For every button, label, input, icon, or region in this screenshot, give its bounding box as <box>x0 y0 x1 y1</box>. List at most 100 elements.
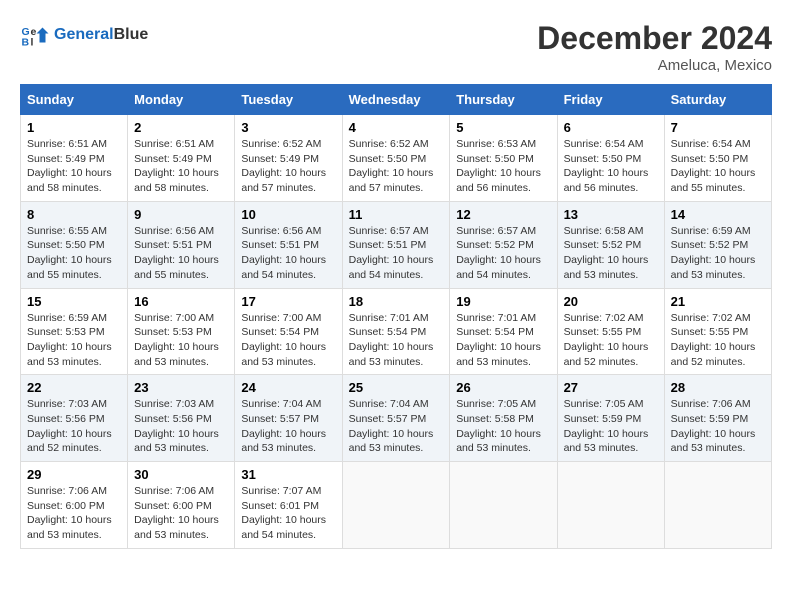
day-info: Sunrise: 7:06 AMSunset: 6:00 PMDaylight:… <box>27 484 121 543</box>
day-info: Sunrise: 6:56 AMSunset: 5:51 PMDaylight:… <box>134 224 228 283</box>
day-number: 19 <box>456 294 550 309</box>
day-number: 27 <box>564 380 658 395</box>
day-number: 15 <box>27 294 121 309</box>
calendar-cell: 5 Sunrise: 6:53 AMSunset: 5:50 PMDaylight… <box>450 115 557 202</box>
day-number: 21 <box>671 294 765 309</box>
day-info: Sunrise: 7:05 AMSunset: 5:59 PMDaylight:… <box>564 397 658 456</box>
day-info: Sunrise: 6:56 AMSunset: 5:51 PMDaylight:… <box>241 224 335 283</box>
day-number: 23 <box>134 380 228 395</box>
title-block: December 2024 Ameluca, Mexico <box>537 20 772 74</box>
day-number: 5 <box>456 120 550 135</box>
day-number: 25 <box>349 380 444 395</box>
day-number: 3 <box>241 120 335 135</box>
calendar-cell: 6 Sunrise: 6:54 AMSunset: 5:50 PMDaylight… <box>557 115 664 202</box>
day-number: 10 <box>241 207 335 222</box>
day-info: Sunrise: 7:01 AMSunset: 5:54 PMDaylight:… <box>349 311 444 370</box>
day-info: Sunrise: 6:55 AMSunset: 5:50 PMDaylight:… <box>27 224 121 283</box>
day-info: Sunrise: 7:07 AMSunset: 6:01 PMDaylight:… <box>241 484 335 543</box>
weekday-header: Saturday <box>664 85 771 115</box>
calendar-cell: 11 Sunrise: 6:57 AMSunset: 5:51 PMDayligh… <box>342 201 450 288</box>
page-header: G e B l GeneralBlue December 2024 Ameluc… <box>20 20 772 74</box>
day-info: Sunrise: 7:04 AMSunset: 5:57 PMDaylight:… <box>349 397 444 456</box>
calendar-cell <box>342 462 450 549</box>
calendar-cell: 20Sunrise: 7:02 AMSunset: 5:55 PMDayligh… <box>557 288 664 375</box>
day-info: Sunrise: 7:00 AMSunset: 5:54 PMDaylight:… <box>241 311 335 370</box>
day-number: 11 <box>349 207 444 222</box>
day-info: Sunrise: 6:53 AMSunset: 5:50 PMDaylight:… <box>456 137 550 196</box>
logo-icon: G e B l <box>20 20 50 50</box>
day-info: Sunrise: 7:01 AMSunset: 5:54 PMDaylight:… <box>456 311 550 370</box>
calendar-cell: 23 Sunrise: 7:03 AMSunset: 5:56 PMDayligh… <box>128 375 235 462</box>
day-info: Sunrise: 7:05 AMSunset: 5:58 PMDaylight:… <box>456 397 550 456</box>
day-info: Sunrise: 6:54 AMSunset: 5:50 PMDaylight:… <box>671 137 765 196</box>
calendar-week-row: 22Sunrise: 7:03 AMSunset: 5:56 PMDayligh… <box>21 375 772 462</box>
calendar-cell: 3 Sunrise: 6:52 AMSunset: 5:49 PMDaylight… <box>235 115 342 202</box>
calendar-cell: 15 Sunrise: 6:59 AMSunset: 5:53 PMDayligh… <box>21 288 128 375</box>
calendar-cell: 13 Sunrise: 6:58 AMSunset: 5:52 PMDayligh… <box>557 201 664 288</box>
day-info: Sunrise: 6:58 AMSunset: 5:52 PMDaylight:… <box>564 224 658 283</box>
calendar-cell: 21 Sunrise: 7:02 AMSunset: 5:55 PMDayligh… <box>664 288 771 375</box>
day-info: Sunrise: 6:52 AMSunset: 5:50 PMDaylight:… <box>349 137 444 196</box>
calendar-cell: 9 Sunrise: 6:56 AMSunset: 5:51 PMDaylight… <box>128 201 235 288</box>
day-number: 6 <box>564 120 658 135</box>
calendar-cell: 19 Sunrise: 7:01 AMSunset: 5:54 PMDayligh… <box>450 288 557 375</box>
calendar-cell: 29 Sunrise: 7:06 AMSunset: 6:00 PMDayligh… <box>21 462 128 549</box>
calendar-week-row: 29 Sunrise: 7:06 AMSunset: 6:00 PMDayligh… <box>21 462 772 549</box>
day-info: Sunrise: 6:54 AMSunset: 5:50 PMDaylight:… <box>564 137 658 196</box>
day-number: 20 <box>564 294 658 309</box>
calendar-cell: 8 Sunrise: 6:55 AMSunset: 5:50 PMDaylight… <box>21 201 128 288</box>
calendar-week-row: 15 Sunrise: 6:59 AMSunset: 5:53 PMDayligh… <box>21 288 772 375</box>
day-info: Sunrise: 7:04 AMSunset: 5:57 PMDaylight:… <box>241 397 335 456</box>
calendar-cell: 28Sunrise: 7:06 AMSunset: 5:59 PMDayligh… <box>664 375 771 462</box>
calendar-cell <box>557 462 664 549</box>
day-number: 13 <box>564 207 658 222</box>
weekday-header: Friday <box>557 85 664 115</box>
day-number: 8 <box>27 207 121 222</box>
day-info: Sunrise: 7:06 AMSunset: 6:00 PMDaylight:… <box>134 484 228 543</box>
day-number: 12 <box>456 207 550 222</box>
day-number: 29 <box>27 467 121 482</box>
day-info: Sunrise: 6:52 AMSunset: 5:49 PMDaylight:… <box>241 137 335 196</box>
day-number: 31 <box>241 467 335 482</box>
calendar-cell: 16Sunrise: 7:00 AMSunset: 5:53 PMDayligh… <box>128 288 235 375</box>
weekday-header: Tuesday <box>235 85 342 115</box>
day-number: 26 <box>456 380 550 395</box>
day-info: Sunrise: 7:02 AMSunset: 5:55 PMDaylight:… <box>671 311 765 370</box>
day-number: 28 <box>671 380 765 395</box>
day-number: 4 <box>349 120 444 135</box>
day-info: Sunrise: 6:51 AMSunset: 5:49 PMDaylight:… <box>134 137 228 196</box>
svg-text:l: l <box>31 37 34 49</box>
calendar-cell: 24 Sunrise: 7:04 AMSunset: 5:57 PMDayligh… <box>235 375 342 462</box>
day-info: Sunrise: 6:59 AMSunset: 5:53 PMDaylight:… <box>27 311 121 370</box>
month-title: December 2024 <box>537 20 772 57</box>
calendar-cell: 12 Sunrise: 6:57 AMSunset: 5:52 PMDayligh… <box>450 201 557 288</box>
calendar-cell: 18 Sunrise: 7:01 AMSunset: 5:54 PMDayligh… <box>342 288 450 375</box>
day-info: Sunrise: 7:03 AMSunset: 5:56 PMDaylight:… <box>27 397 121 456</box>
calendar-header-row: SundayMondayTuesdayWednesdayThursdayFrid… <box>21 85 772 115</box>
day-number: 24 <box>241 380 335 395</box>
day-info: Sunrise: 6:57 AMSunset: 5:51 PMDaylight:… <box>349 224 444 283</box>
calendar-cell: 10 Sunrise: 6:56 AMSunset: 5:51 PMDayligh… <box>235 201 342 288</box>
day-number: 18 <box>349 294 444 309</box>
calendar-cell: 27 Sunrise: 7:05 AMSunset: 5:59 PMDayligh… <box>557 375 664 462</box>
day-info: Sunrise: 7:00 AMSunset: 5:53 PMDaylight:… <box>134 311 228 370</box>
calendar-table: SundayMondayTuesdayWednesdayThursdayFrid… <box>20 84 772 549</box>
day-info: Sunrise: 6:57 AMSunset: 5:52 PMDaylight:… <box>456 224 550 283</box>
day-info: Sunrise: 6:59 AMSunset: 5:52 PMDaylight:… <box>671 224 765 283</box>
calendar-cell: 14Sunrise: 6:59 AMSunset: 5:52 PMDayligh… <box>664 201 771 288</box>
weekday-header: Wednesday <box>342 85 450 115</box>
calendar-cell: 2Sunrise: 6:51 AMSunset: 5:49 PMDaylight… <box>128 115 235 202</box>
day-number: 7 <box>671 120 765 135</box>
day-info: Sunrise: 7:03 AMSunset: 5:56 PMDaylight:… <box>134 397 228 456</box>
weekday-header: Monday <box>128 85 235 115</box>
calendar-cell: 4 Sunrise: 6:52 AMSunset: 5:50 PMDaylight… <box>342 115 450 202</box>
location: Ameluca, Mexico <box>537 57 772 74</box>
day-info: Sunrise: 6:51 AMSunset: 5:49 PMDaylight:… <box>27 137 121 196</box>
day-number: 9 <box>134 207 228 222</box>
calendar-cell <box>664 462 771 549</box>
day-number: 30 <box>134 467 228 482</box>
calendar-cell: 17Sunrise: 7:00 AMSunset: 5:54 PMDayligh… <box>235 288 342 375</box>
calendar-cell <box>450 462 557 549</box>
logo-line1: GeneralBlue <box>54 26 148 44</box>
calendar-cell: 22Sunrise: 7:03 AMSunset: 5:56 PMDayligh… <box>21 375 128 462</box>
